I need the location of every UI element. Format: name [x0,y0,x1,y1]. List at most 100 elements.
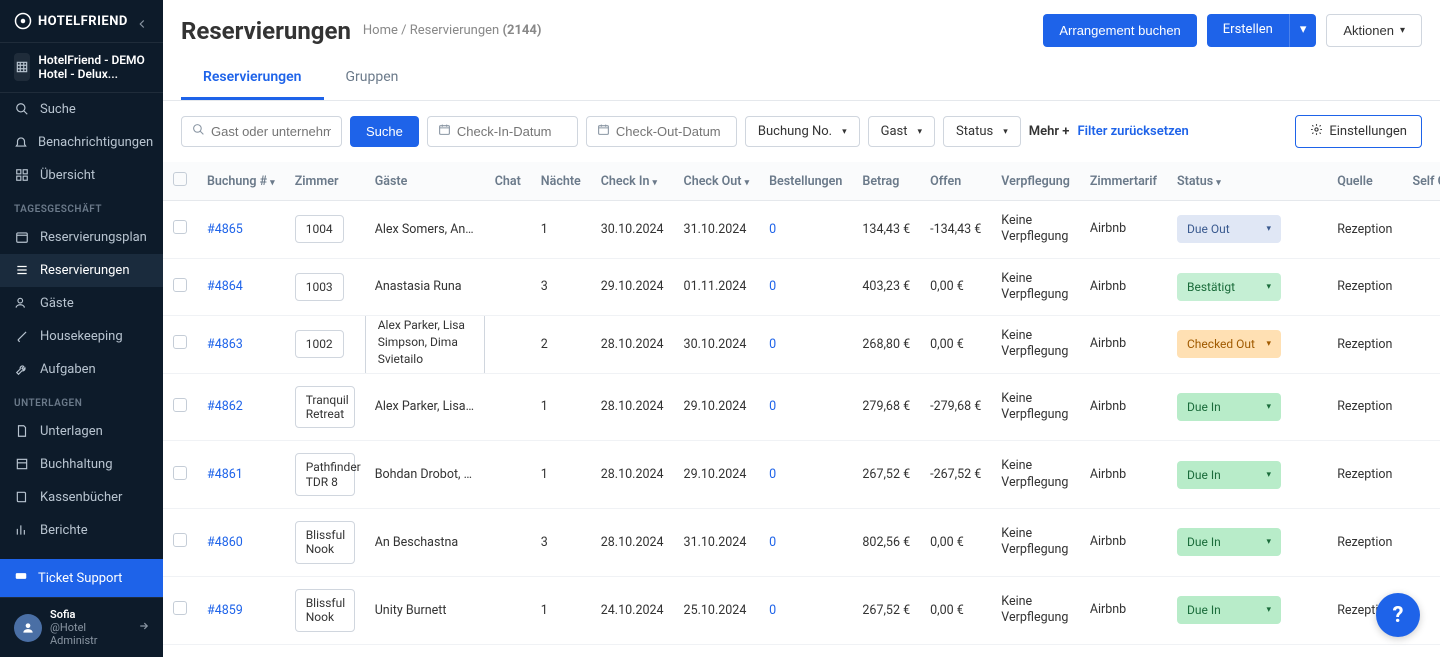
table-row[interactable]: #4858 — Akex Kena 2 24.10.2024 26.10.202… [163,644,1440,657]
help-fab[interactable]: ? [1376,593,1420,637]
table-row[interactable]: #4863 1002 Alex Parker, Lisa Simpson, Di… [163,316,1440,374]
col-amount[interactable]: Betrag [852,162,920,201]
breadcrumb-home[interactable]: Home [363,23,398,38]
checkin-date-field[interactable] [457,124,567,139]
booking-link[interactable]: #4859 [207,603,243,618]
nav-reservierungen[interactable]: Reservierungen [0,254,163,287]
nav-gäste[interactable]: Gäste [0,287,163,320]
filter-more[interactable]: Mehr + [1029,124,1070,139]
filter-reset[interactable]: Filter zurücksetzen [1077,124,1188,139]
col-roomrate[interactable]: Zimmertarif [1080,162,1167,201]
arrange-booking-button[interactable]: Arrangement buchen [1043,14,1196,47]
nav-übersicht[interactable]: Übersicht [0,159,163,192]
col-room[interactable]: Zimmer [285,162,365,201]
col-source[interactable]: Quelle [1327,162,1402,201]
orders-link[interactable]: 0 [769,222,776,237]
room-pill[interactable]: Blissful Nook [295,521,355,564]
row-checkbox[interactable] [173,466,187,480]
guest-search-input[interactable] [181,116,342,147]
create-button[interactable]: Erstellen ▾ [1207,14,1317,47]
room-pill[interactable]: 1003 [295,273,344,301]
booking-link[interactable]: #4862 [207,399,243,414]
orders-link[interactable]: 0 [769,535,776,550]
row-checkbox[interactable] [173,533,187,547]
room-pill[interactable]: 1002 [295,330,344,358]
table-row[interactable]: #4862 Tranquil Retreat Alex Parker, Lisa… [163,373,1440,441]
brand-logo[interactable]: HOTELFRIEND [0,0,163,42]
room-pill[interactable]: 1004 [295,215,344,243]
collapse-sidebar-icon[interactable] [135,14,155,34]
filter-status[interactable]: Status▾ [943,116,1021,147]
orders-link[interactable]: 0 [769,399,776,414]
status-badge[interactable]: Due In▾ [1177,393,1281,421]
booking-link[interactable]: #4860 [207,535,243,550]
checkout-date-field[interactable] [616,124,726,139]
nav-berichte[interactable]: Berichte [0,514,163,547]
status-badge[interactable]: Due Out▾ [1177,215,1281,243]
hotel-selector[interactable]: HotelFriend - DEMO Hotel - Delux... [0,42,163,93]
table-row[interactable]: #4864 1003 Anastasia Runa 3 29.10.2024 0… [163,258,1440,316]
col-checkout[interactable]: Check Out ▾ [674,162,760,201]
row-checkbox[interactable] [173,335,187,349]
col-orders[interactable]: Bestellungen [759,162,852,201]
checkin-date-input[interactable] [427,116,578,147]
col-guests[interactable]: Gäste [365,162,485,201]
room-pill[interactable]: Tranquil Retreat [295,386,355,429]
row-checkbox[interactable] [173,398,187,412]
tab-gruppen[interactable]: Gruppen [324,57,421,100]
checkout-date-input[interactable] [586,116,737,147]
table-row[interactable]: #4861 Pathfinder TDR 8 Bohdan Drobot, Di… [163,441,1440,509]
col-chat[interactable]: Chat [485,162,531,201]
booking-link[interactable]: #4863 [207,337,243,352]
row-checkbox[interactable] [173,220,187,234]
col-meals[interactable]: Verpflegung [991,162,1080,201]
nav-unterlagen[interactable]: Unterlagen [0,415,163,448]
chevron-down-icon[interactable]: ▾ [1289,14,1317,47]
row-checkbox[interactable] [173,278,187,292]
col-status[interactable]: Status ▾ [1167,162,1327,201]
table-row[interactable]: #4859 Blissful Nook Unity Burnett 1 24.1… [163,576,1440,644]
col-booking[interactable]: Buchung # ▾ [197,162,285,201]
nav-suche[interactable]: Suche [0,93,163,126]
logout-icon[interactable] [135,619,149,637]
status-badge[interactable]: Checked Out▾ [1177,330,1281,358]
orders-link[interactable]: 0 [769,467,776,482]
booking-link[interactable]: #4865 [207,222,243,237]
col-selfcio[interactable]: Self Check-In/Out [1402,162,1440,201]
nav-reservierungsplan[interactable]: Reservierungsplan [0,221,163,254]
room-pill[interactable]: Blissful Nook [295,589,355,632]
table-row[interactable]: #4860 Blissful Nook An Beschastna 3 28.1… [163,509,1440,577]
search-button[interactable]: Suche [350,116,419,147]
user-row[interactable]: Sofia @Hotel Administr [0,597,163,657]
orders-link[interactable]: 0 [769,337,776,352]
booking-link[interactable]: #4861 [207,467,243,482]
orders-link[interactable]: 0 [769,279,776,294]
booking-link[interactable]: #4864 [207,279,243,294]
col-nights[interactable]: Nächte [531,162,591,201]
col-open[interactable]: Offen [920,162,991,201]
status-badge[interactable]: Bestätigt▾ [1177,273,1281,301]
orders-link[interactable]: 0 [769,603,776,618]
row-checkbox[interactable] [173,601,187,615]
reservations-table-wrap[interactable]: Buchung # ▾ Zimmer Gäste Chat Nächte Che… [163,162,1440,657]
tab-reservierungen[interactable]: Reservierungen [181,57,324,100]
table-settings-button[interactable]: Einstellungen [1295,115,1422,148]
guest-search-field[interactable] [211,124,331,139]
hotel-name: HotelFriend - DEMO Hotel - Delux... [38,53,149,82]
filter-guest[interactable]: Gast▾ [868,116,935,147]
status-badge[interactable]: Due In▾ [1177,461,1281,489]
table-row[interactable]: #4865 1004 Alex Somers, Anastasi... 1 30… [163,201,1440,259]
nav-aufgaben[interactable]: Aufgaben [0,353,163,386]
nav-buchhaltung[interactable]: Buchhaltung [0,448,163,481]
nav-housekeeping[interactable]: Housekeeping [0,320,163,353]
status-badge[interactable]: Due In▾ [1177,528,1281,556]
filter-booking-no[interactable]: Buchung No.▾ [745,116,860,147]
ticket-support[interactable]: Ticket Support [0,559,163,597]
room-pill[interactable]: Pathfinder TDR 8 [295,453,355,496]
nav-kassenbücher[interactable]: Kassenbücher [0,481,163,514]
status-badge[interactable]: Due In▾ [1177,596,1281,624]
nav-benachrichtigungen[interactable]: Benachrichtigungen [0,126,163,159]
col-checkin[interactable]: Check In ▾ [591,162,674,201]
actions-button[interactable]: Aktionen ▾ [1326,14,1422,47]
select-all-checkbox[interactable] [173,172,187,186]
